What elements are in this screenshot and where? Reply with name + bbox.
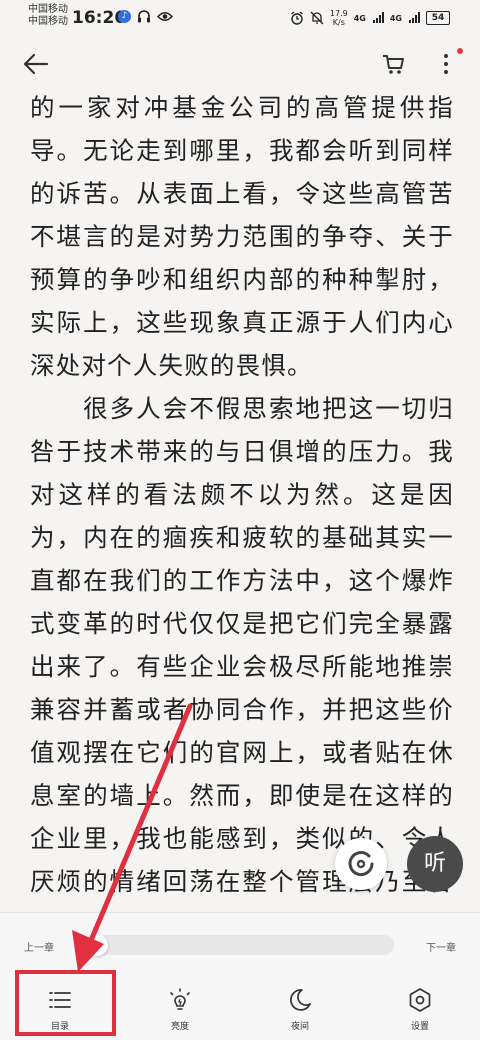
signal-bars-icon	[409, 12, 420, 23]
network-speed-unit: K/s	[332, 18, 345, 27]
auto-scroll-button[interactable]	[335, 838, 387, 890]
slider-thumb[interactable]	[86, 934, 108, 956]
menu-item-label: 设置	[410, 1022, 429, 1032]
next-chapter-button[interactable]: 下一章	[426, 939, 456, 954]
headphones-icon	[138, 10, 150, 23]
signal-label-2: 4G	[389, 13, 402, 23]
status-icons-left: ♪	[118, 10, 173, 23]
carrier-2: 中国移动	[28, 16, 68, 27]
music-app-icon: ♪	[118, 10, 131, 23]
carrier-labels: 中国移动 中国移动	[28, 4, 68, 28]
status-icons-right: 17.9 K/s 4G 4G 54	[290, 9, 450, 27]
alarm-icon	[291, 11, 303, 25]
menu-item-brightness[interactable]: 亮度	[140, 979, 220, 1040]
reader-toolbar	[0, 36, 480, 92]
book-content[interactable]: 的一家对冲基金公司的高管提供指导。无论走到哪里，我都会听到同样的诉苦。从表面上看…	[30, 86, 454, 906]
refresh-icon	[348, 851, 374, 877]
brightness-icon	[170, 988, 190, 1010]
paragraph: 很多人会不假思索地把这一切归咎于技术带来的与日俱增的压力。我对这样的看法颇不以为…	[30, 394, 454, 896]
menu-item-settings[interactable]: 设置	[380, 979, 460, 1040]
signal-bars-icon	[372, 12, 384, 23]
more-options-icon[interactable]	[436, 50, 456, 78]
eye-icon	[157, 12, 173, 21]
menu-item-night-mode[interactable]: 夜间	[260, 979, 340, 1040]
moon-icon	[290, 989, 311, 1011]
prev-chapter-button[interactable]: 上一章	[24, 939, 54, 954]
network-speed-value: 17.9	[329, 9, 348, 18]
back-arrow-icon[interactable]	[20, 48, 52, 80]
network-speed: 17.9 K/s	[330, 9, 348, 27]
settings-icon	[409, 988, 431, 1012]
chapter-progress-slider[interactable]	[86, 934, 394, 956]
signal-label-1: 4G	[353, 13, 366, 23]
menu-item-label: 亮度	[170, 1022, 189, 1032]
notification-dot	[457, 48, 463, 54]
menu-item-label: 夜间	[290, 1022, 309, 1032]
reader-screen: 中国移动 中国移动 16:26 ♪ 17.9 K/s 4G 4G 54 的一家对…	[0, 0, 480, 1040]
battery-indicator: 54	[426, 11, 450, 25]
status-bar: 中国移动 中国移动 16:26 ♪ 17.9 K/s 4G 4G 54	[0, 0, 480, 36]
mute-icon	[310, 11, 324, 25]
carrier-1: 中国移动	[28, 4, 68, 15]
listen-button[interactable]: 听	[407, 836, 463, 892]
tutorial-highlight-box	[15, 970, 116, 1036]
paragraph: 的一家对冲基金公司的高管提供指导。无论走到哪里，我都会听到同样的诉苦。从表面上看…	[30, 93, 454, 380]
shopping-cart-icon[interactable]	[380, 50, 408, 78]
